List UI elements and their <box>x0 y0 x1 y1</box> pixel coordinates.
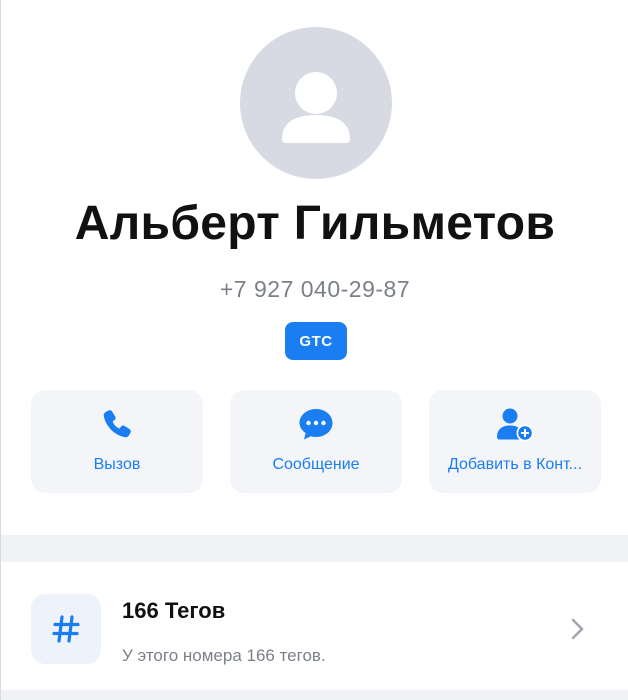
chat-bubble-icon <box>299 409 333 440</box>
add-to-contacts-button[interactable]: Добавить в Конт... <box>429 390 601 493</box>
bottom-divider <box>1 690 628 700</box>
contact-avatar <box>240 27 392 179</box>
add-contact-icon <box>497 408 534 442</box>
tags-icon-tile <box>31 594 101 664</box>
person-silhouette-icon <box>282 72 350 143</box>
tags-row-subtitle: У этого номера 166 тегов. <box>122 646 326 665</box>
chevron-right-icon <box>571 618 584 640</box>
phone-icon <box>103 410 131 438</box>
section-divider <box>1 535 628 562</box>
message-button-label: Сообщение <box>272 456 360 473</box>
call-button[interactable]: Вызов <box>31 390 203 493</box>
contact-name: Альберт Гильметов <box>74 197 556 250</box>
tags-row-title: 166 Тегов <box>122 598 226 623</box>
add-to-contacts-button-label: Добавить в Конт... <box>447 456 583 473</box>
operator-badge: GTC <box>285 322 347 360</box>
call-button-label: Вызов <box>93 456 141 473</box>
hashtag-icon <box>52 615 80 643</box>
contact-details-screen: Альберт Гильметов +7 927 040-29-87 GTC В… <box>0 0 628 700</box>
tags-row[interactable]: 166 Тегов У этого номера 166 тегов. <box>1 562 628 700</box>
message-button[interactable]: Сообщение <box>230 390 402 493</box>
contact-phone-number[interactable]: +7 927 040-29-87 <box>1 276 628 303</box>
